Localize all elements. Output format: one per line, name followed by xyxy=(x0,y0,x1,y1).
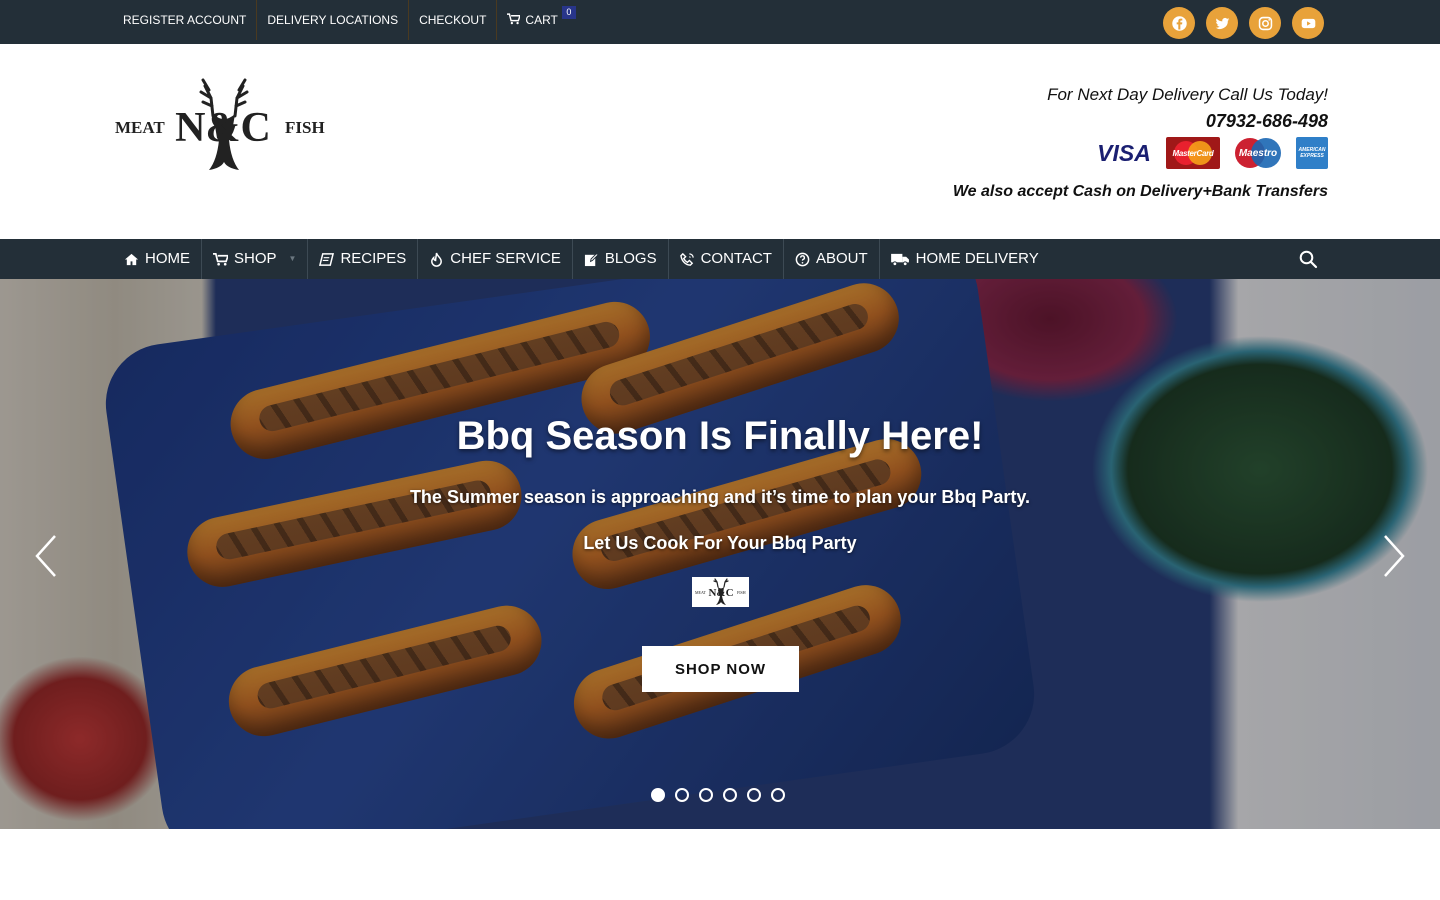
nav-item-recipes[interactable]: RECIPES xyxy=(308,239,419,279)
logo-left-text: MEAT xyxy=(115,118,165,137)
nav-item-about[interactable]: ABOUT xyxy=(784,239,880,279)
delivery-locations-link[interactable]: DELIVERY LOCATIONS xyxy=(257,0,410,40)
nav-home-label: HOME xyxy=(145,250,190,267)
youtube-icon[interactable] xyxy=(1292,7,1324,39)
nav-items: HOME SHOP ▼ RECIPES CHEF SERVICE BLOGS C… xyxy=(113,239,1050,279)
nav-item-home[interactable]: HOME xyxy=(113,239,202,279)
slider-dot-5[interactable] xyxy=(747,788,761,802)
nav-contact-label: CONTACT xyxy=(700,250,772,267)
logo-right-text: FISH xyxy=(285,118,325,137)
visa-card-icon: VISA xyxy=(1092,137,1156,169)
cart-icon xyxy=(507,13,521,25)
phone-number[interactable]: 07932-686-498 xyxy=(953,109,1328,133)
site-logo[interactable]: MEAT N&C FISH xyxy=(113,78,335,178)
cart-count-badge: 0 xyxy=(561,6,576,19)
hero-subtitle-secondary: Let Us Cook For Your Bbq Party xyxy=(583,533,857,553)
nav-item-home-delivery[interactable]: HOME DELIVERY xyxy=(880,239,1050,279)
home-icon xyxy=(124,253,139,265)
nav-item-shop[interactable]: SHOP ▼ xyxy=(202,239,309,279)
edit-icon xyxy=(584,252,599,266)
mini-logo-right-text: FISH xyxy=(737,590,746,595)
main-nav: HOME SHOP ▼ RECIPES CHEF SERVICE BLOGS C… xyxy=(0,239,1440,279)
mastercard-card-icon: MasterCard xyxy=(1166,137,1220,169)
nav-blogs-label: BLOGS xyxy=(604,250,657,267)
nav-home-delivery-label: HOME DELIVERY xyxy=(915,250,1039,267)
nav-item-contact[interactable]: CONTACT xyxy=(669,239,784,279)
nav-item-blogs[interactable]: BLOGS xyxy=(573,239,669,279)
payment-accept-text: We also accept Cash on Delivery+Bank Tra… xyxy=(952,183,1328,200)
hero-subtitle: The Summer season is approaching and it’… xyxy=(409,487,1031,507)
maestro-card-icon: Maestro xyxy=(1230,137,1286,169)
maestro-card-label: Maestro xyxy=(1238,147,1278,159)
top-bar: REGISTER ACCOUNT DELIVERY LOCATIONS CHEC… xyxy=(0,0,1440,44)
mini-logo-left-text: MEAT xyxy=(695,590,706,595)
truck-icon xyxy=(890,253,909,266)
mini-logo-center-text: N&C xyxy=(708,587,733,599)
slider-dot-1[interactable] xyxy=(651,788,665,802)
top-links: REGISTER ACCOUNT DELIVERY LOCATIONS CHEC… xyxy=(113,0,576,40)
mastercard-card-label: MasterCard xyxy=(1172,148,1214,158)
cart-link[interactable]: CART 0 xyxy=(497,0,576,40)
hero-title: Bbq Season Is Finally Here! xyxy=(456,414,984,458)
cart-label: CART xyxy=(525,13,558,27)
amex-card-icon: AMERICAN EXPRESS xyxy=(1296,137,1328,169)
hero-slider: Bbq Season Is Finally Here! The Summer s… xyxy=(0,279,1440,829)
slider-dot-3[interactable] xyxy=(699,788,713,802)
social-links xyxy=(1163,7,1324,39)
nav-chef-service-label: CHEF SERVICE xyxy=(450,250,561,267)
instagram-icon[interactable] xyxy=(1249,7,1281,39)
header-contact: For Next Day Delivery Call Us Today! 079… xyxy=(953,84,1328,203)
help-icon xyxy=(795,252,810,266)
nav-item-chef-service[interactable]: CHEF SERVICE xyxy=(418,239,573,279)
nav-shop-label: SHOP xyxy=(234,250,277,267)
visa-card-label: VISA xyxy=(1097,139,1151,166)
nav-recipes-label: RECIPES xyxy=(340,250,407,267)
call-us-text: For Next Day Delivery Call Us Today! xyxy=(1047,85,1328,104)
slider-dot-6[interactable] xyxy=(771,788,785,802)
hero-mini-logo: N&C MEAT FISH xyxy=(692,577,749,607)
flame-icon xyxy=(431,252,443,267)
shop-now-button[interactable]: SHOP NOW xyxy=(642,646,799,692)
book-icon xyxy=(319,252,335,266)
facebook-icon[interactable] xyxy=(1163,7,1195,39)
search-icon[interactable] xyxy=(1298,249,1318,269)
twitter-icon[interactable] xyxy=(1206,7,1238,39)
slider-dot-2[interactable] xyxy=(675,788,689,802)
cart-icon xyxy=(213,252,228,265)
checkout-link[interactable]: CHECKOUT xyxy=(409,0,498,40)
amex-card-label: AMERICAN EXPRESS xyxy=(1298,147,1326,159)
payment-cards: VISA MasterCard Maestro AMERICAN EXPRESS xyxy=(953,137,1328,171)
chevron-down-icon: ▼ xyxy=(288,254,297,263)
logo-center-text: N&C xyxy=(175,105,271,151)
register-account-link[interactable]: REGISTER ACCOUNT xyxy=(113,0,258,40)
phone-icon xyxy=(679,252,694,266)
slider-dot-4[interactable] xyxy=(723,788,737,802)
nav-about-label: ABOUT xyxy=(815,250,868,267)
slider-dots xyxy=(651,788,785,802)
